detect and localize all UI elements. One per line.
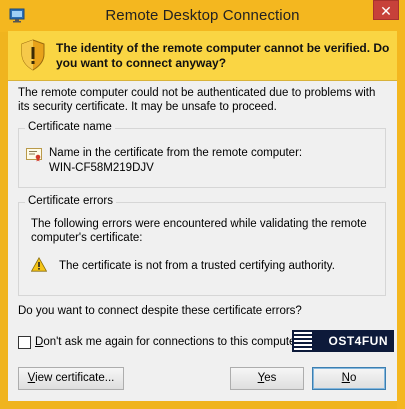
watermark-logo: OST4FUN (292, 330, 394, 352)
dont-ask-label[interactable]: Don't ask me again for connections to th… (35, 336, 299, 348)
warning-icon (31, 257, 47, 272)
certificate-name-label: Name in the certificate from the remote … (49, 147, 303, 159)
intro-text: The remote computer could not be authent… (18, 87, 376, 113)
certificate-name-title: Certificate name (25, 121, 115, 133)
dialog-window: Remote Desktop Connection ✕ The identity… (0, 0, 405, 409)
view-certificate-button[interactable]: View certificate... (18, 367, 124, 390)
certificate-name-value: WIN-CF58M219DJV (49, 162, 154, 174)
dont-ask-text: on't ask me again for connections to thi… (43, 336, 300, 348)
window-frame-edge (397, 32, 405, 409)
window-title: Remote Desktop Connection (105, 7, 300, 24)
certificate-errors-title: Certificate errors (25, 195, 116, 207)
title-bar[interactable]: Remote Desktop Connection ✕ (0, 0, 405, 32)
yes-button[interactable]: Yes (230, 367, 304, 390)
logo-mark-icon (294, 332, 312, 350)
certificate-errors-intro: The following errors were encountered wh… (31, 218, 367, 244)
dialog-body: The identity of the remote computer cann… (8, 31, 397, 401)
logo-text: OST4FUN (328, 334, 388, 348)
certificate-error-item: The certificate is not from a trusted ce… (59, 260, 335, 272)
certificate-name-group: Certificate name Name in the certificate… (18, 121, 386, 188)
shield-warning-icon (21, 39, 45, 71)
connect-question: Do you want to connect despite these cer… (18, 305, 302, 317)
dont-ask-checkbox[interactable] (18, 336, 31, 349)
banner-message: The identity of the remote computer cann… (56, 41, 390, 70)
certificate-errors-group: Certificate errors The following errors … (18, 195, 386, 296)
warning-banner: The identity of the remote computer cann… (8, 31, 397, 81)
certificate-icon (26, 148, 42, 162)
no-button[interactable]: No (312, 367, 386, 390)
close-icon: ✕ (380, 3, 392, 19)
close-button[interactable]: ✕ (373, 0, 399, 20)
